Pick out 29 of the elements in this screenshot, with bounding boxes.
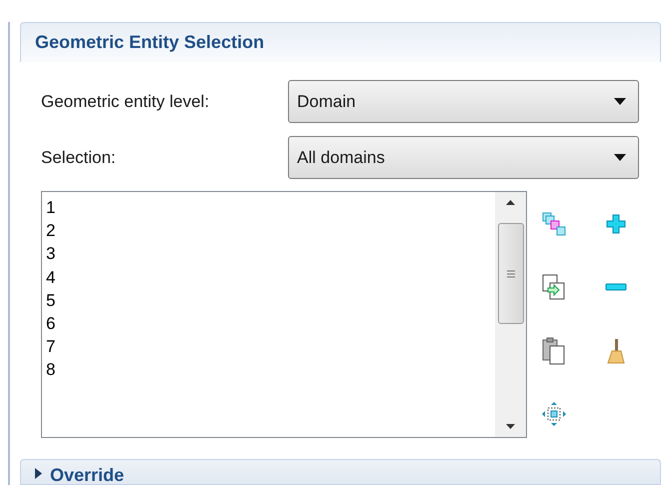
list-item[interactable]: 3 [46,242,495,266]
selection-list[interactable]: 1 2 3 4 5 6 7 8 [41,191,527,438]
list-item[interactable]: 1 [46,196,495,220]
plus-icon[interactable] [606,214,626,234]
dropdown-arrow-icon [614,154,626,162]
field-label: Geometric entity level: [41,90,210,113]
scrollbar[interactable] [495,192,526,437]
broom-icon[interactable] [607,338,625,364]
scroll-down-arrow-icon[interactable] [506,424,515,429]
list-item[interactable]: 5 [46,288,495,312]
list-item[interactable]: 2 [46,219,495,242]
dropdown[interactable]: All domains [288,136,639,179]
dropdown-arrow-icon [614,98,626,106]
list-item[interactable]: 8 [46,358,495,382]
field-label: Selection: [41,146,117,169]
minus-icon[interactable] [605,282,627,291]
zoom-selection-icon[interactable] [542,402,566,426]
list-item[interactable]: 6 [46,312,495,336]
expand-arrow-icon [35,468,42,479]
clipboard-icon[interactable] [542,337,566,366]
list-item[interactable]: 4 [46,266,495,289]
dropdown[interactable]: Domain [288,80,639,123]
scroll-up-arrow-icon[interactable] [506,200,515,205]
copy-arrow-icon[interactable] [542,274,566,300]
grip-icon [506,270,514,278]
linked-squares-icon[interactable] [541,210,567,237]
section-header[interactable]: Geometric Entity Selection [20,22,661,62]
list-item[interactable]: 7 [46,335,495,358]
section-header[interactable]: Override [20,459,661,485]
